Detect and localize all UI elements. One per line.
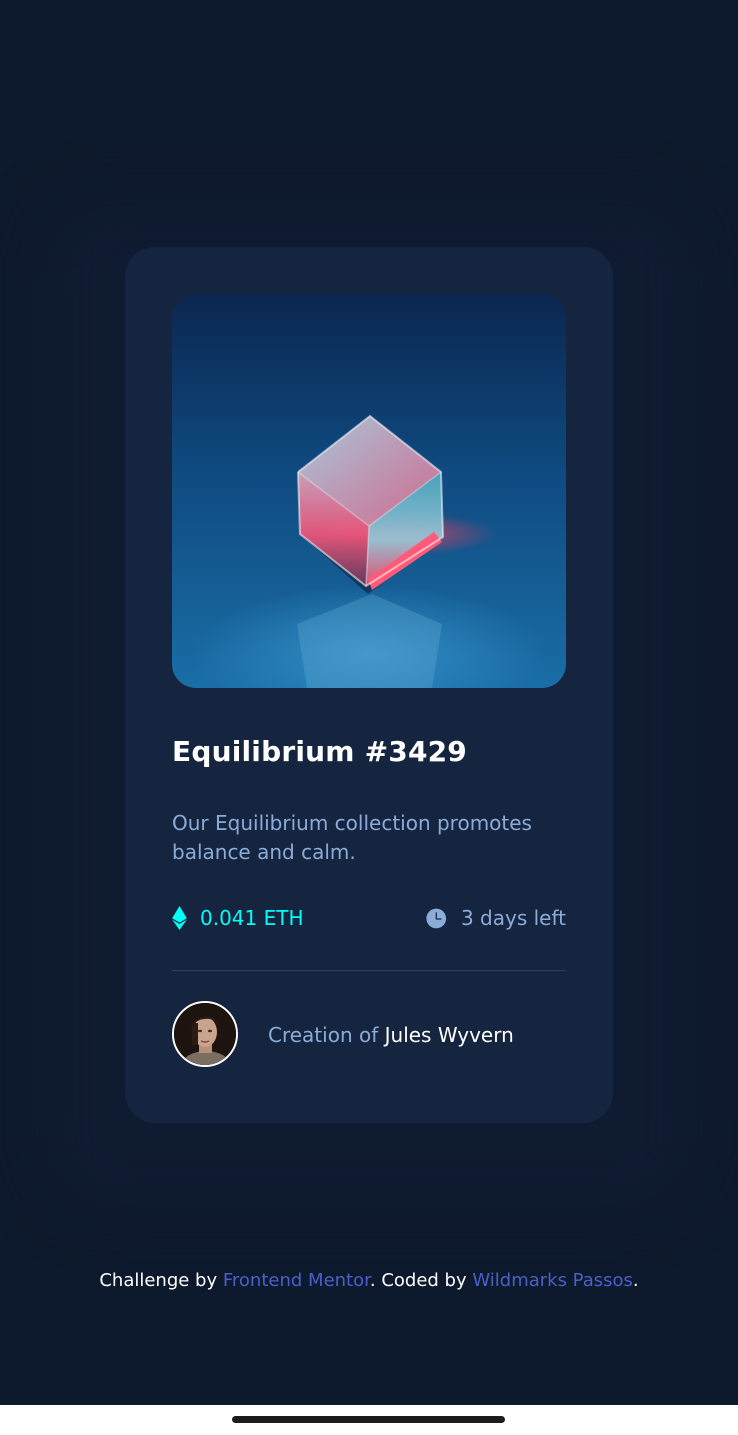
creator-avatar	[172, 1001, 238, 1067]
nft-image[interactable]	[172, 294, 566, 688]
nft-stats: 0.041 ETH 3 days left	[172, 903, 566, 933]
attribution-footer: Challenge by Frontend Mentor. Coded by W…	[0, 1270, 738, 1291]
nft-preview-card: Equilibrium #3429 Our Equilibrium collec…	[125, 247, 613, 1123]
ethereum-icon	[172, 906, 187, 930]
clock-icon	[426, 908, 447, 929]
time-left-value: 3 days left	[460, 906, 566, 930]
creator-name-link[interactable]: Jules Wyvern	[385, 1023, 514, 1047]
frontend-mentor-link[interactable]: Frontend Mentor	[223, 1270, 370, 1291]
time-left-info: 3 days left	[426, 903, 566, 933]
footer-middle: . Coded by	[369, 1270, 467, 1291]
home-indicator[interactable]	[232, 1416, 505, 1423]
creator-info: Creation of Jules Wyvern	[268, 1020, 514, 1050]
footer-suffix: .	[632, 1270, 639, 1291]
price-value: 0.041 ETH	[200, 906, 304, 930]
nft-description: Our Equilibrium collection promotes bala…	[172, 811, 532, 864]
creator-prefix: Creation of	[268, 1023, 379, 1047]
divider	[172, 970, 566, 971]
price-info: 0.041 ETH	[172, 903, 304, 933]
author-link[interactable]: Wildmarks Passos	[472, 1270, 633, 1291]
nft-title[interactable]: Equilibrium #3429	[172, 735, 467, 768]
footer-prefix: Challenge by	[99, 1270, 218, 1291]
equilibrium-cube-image	[172, 294, 566, 688]
